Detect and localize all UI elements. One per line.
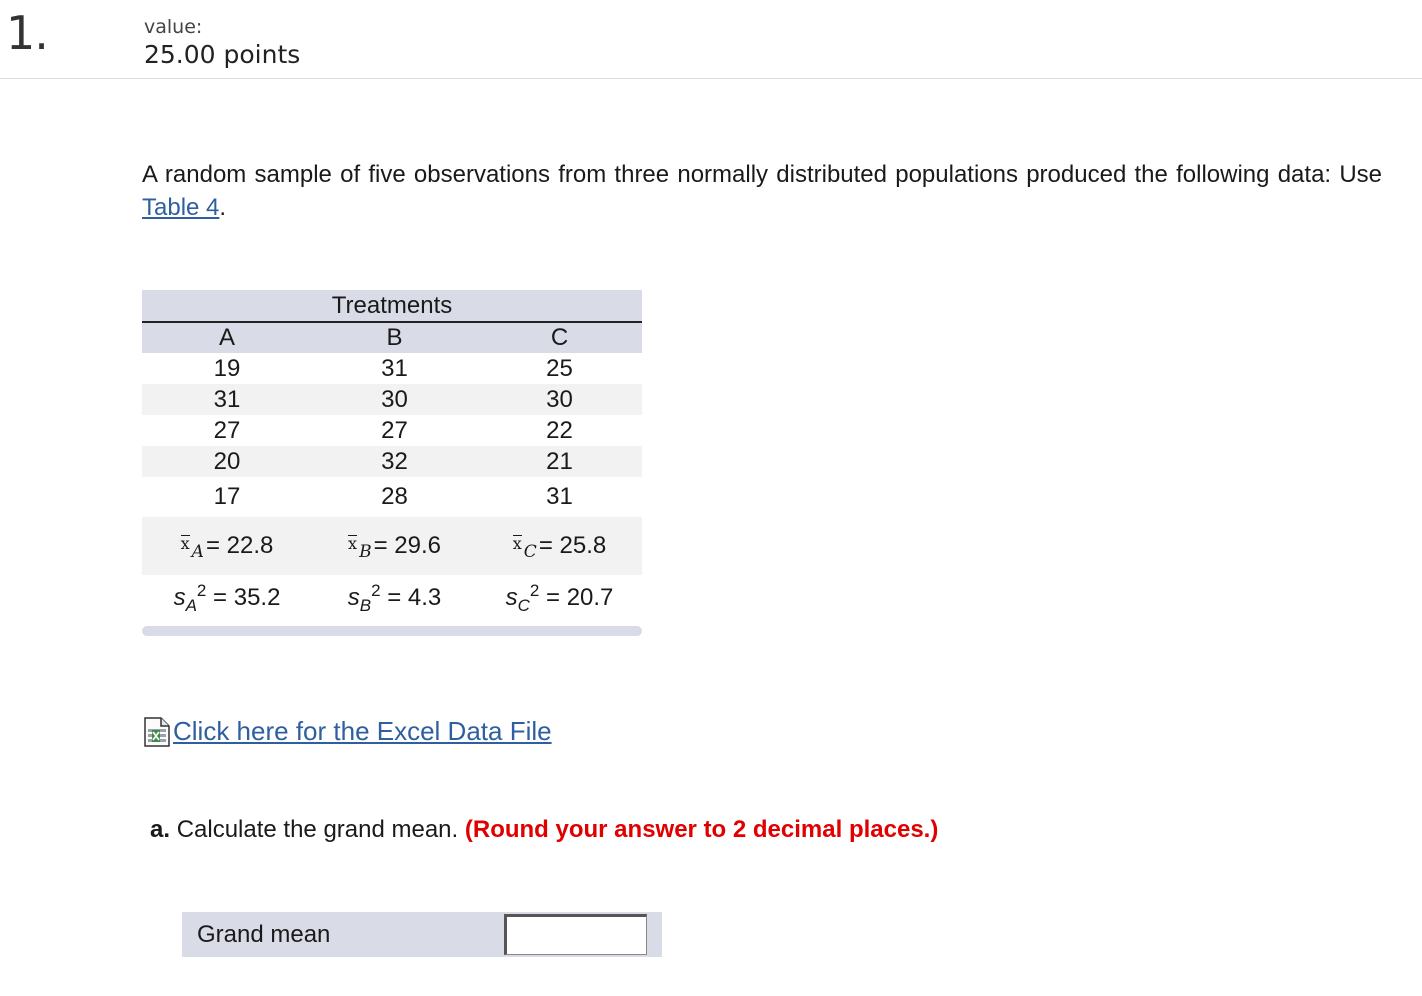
s-symbol: s xyxy=(505,583,518,611)
variance-value: = 35.2 xyxy=(206,583,281,611)
data-table: Treatments A B C 19 31 25 31 30 30 27 27… xyxy=(142,290,642,636)
table-bottom-bar xyxy=(142,626,642,636)
variance-a: sA2 = 35.2 xyxy=(142,581,312,616)
group-subscript: A xyxy=(191,542,204,562)
s-symbol: s xyxy=(347,583,360,611)
table-cell: 21 xyxy=(546,447,573,475)
table-4-link[interactable]: Table 4 xyxy=(142,194,219,221)
table-cell: 28 xyxy=(381,483,408,510)
s-symbol: s xyxy=(173,583,186,611)
points-value: 25.00 points xyxy=(144,40,301,69)
mean-a: x A= 22.8 xyxy=(142,532,312,562)
column-header: A xyxy=(218,324,235,351)
group-subscript: C xyxy=(517,595,530,615)
grand-mean-input[interactable] xyxy=(504,914,647,955)
table-row: 27 27 22 xyxy=(142,415,642,446)
mean-value: = 22.8 xyxy=(205,532,274,559)
group-subscript: A xyxy=(185,595,197,615)
table-cell: 31 xyxy=(381,354,408,382)
part-question-text: Calculate the grand mean. xyxy=(176,816,459,843)
mean-c: x C= 25.8 xyxy=(477,532,642,562)
variance-c: sC2 = 20.7 xyxy=(477,581,642,616)
mean-b: x B= 29.6 xyxy=(312,532,477,562)
table-cell: 25 xyxy=(546,354,573,382)
exponent: 2 xyxy=(371,580,381,600)
question-number: 1. xyxy=(6,6,49,60)
table-cell: 19 xyxy=(213,354,241,382)
prompt-text: A random sample of five observations fro… xyxy=(142,161,1382,188)
prompt-text-end: . xyxy=(219,194,227,221)
grand-mean-answer-row: Grand mean xyxy=(182,912,662,957)
excel-file-icon xyxy=(144,716,170,747)
exponent: 2 xyxy=(196,580,207,600)
table-header-row: A B C xyxy=(142,323,642,353)
exponent: 2 xyxy=(529,580,540,600)
xbar-symbol: x xyxy=(180,534,190,553)
table-cell: 30 xyxy=(546,385,573,413)
rounding-note: (Round your answer to 2 decimal places.) xyxy=(464,816,939,843)
header-divider xyxy=(0,78,1422,79)
question-prompt: A random sample of five observations fro… xyxy=(142,158,1382,224)
grand-mean-label: Grand mean xyxy=(197,920,331,948)
table-caption-row: Treatments xyxy=(142,290,642,323)
column-header: B xyxy=(386,324,403,351)
variance-b: sB2 = 4.3 xyxy=(312,581,477,616)
value-label: value: xyxy=(144,16,203,38)
excel-data-file-link[interactable]: Click here for the Excel Data File xyxy=(143,716,552,747)
table-cell: 27 xyxy=(213,416,241,444)
excel-link-text[interactable]: Click here for the Excel Data File xyxy=(173,716,552,747)
table-row: 19 31 25 xyxy=(142,353,642,384)
table-cell: 30 xyxy=(381,385,408,413)
table-row: 20 32 21 xyxy=(142,446,642,477)
xbar-symbol: x xyxy=(348,534,358,553)
xbar-symbol: x xyxy=(512,534,522,553)
table-cell: 17 xyxy=(213,483,241,510)
group-subscript: C xyxy=(523,542,537,562)
group-subscript: B xyxy=(359,542,372,562)
table-row: 17 28 31 xyxy=(142,477,642,517)
part-letter: a. xyxy=(150,816,171,843)
table-cell: 27 xyxy=(381,416,408,444)
part-a-question: a. Calculate the grand mean. (Round your… xyxy=(150,816,938,844)
table-cell: 20 xyxy=(213,447,241,475)
mean-value: = 29.6 xyxy=(373,532,441,559)
table-cell: 22 xyxy=(546,416,573,444)
mean-value: = 25.8 xyxy=(538,532,607,559)
column-header: C xyxy=(550,324,569,351)
table-row: 31 30 30 xyxy=(142,384,642,415)
variance-value: = 20.7 xyxy=(539,583,614,611)
table-cell: 31 xyxy=(546,483,573,510)
table-cell: 32 xyxy=(381,447,408,475)
table-cell: 31 xyxy=(213,385,241,413)
sample-means-row: x A= 22.8 x B= 29.6 x C= 25.8 xyxy=(142,517,642,575)
sample-variances-row: sA2 = 35.2 sB2 = 4.3 sC2 = 20.7 xyxy=(142,575,642,621)
variance-value: = 4.3 xyxy=(380,583,442,611)
table-caption: Treatments xyxy=(331,291,453,319)
group-subscript: B xyxy=(359,595,372,615)
